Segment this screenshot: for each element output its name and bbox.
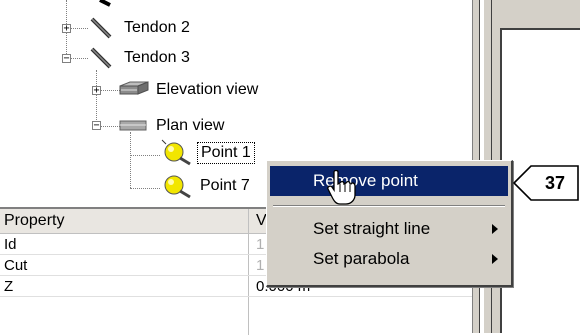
- property-name: Z: [4, 278, 14, 295]
- tree-item-tendon-3[interactable]: Tendon 3: [121, 47, 193, 69]
- submenu-arrow-icon: [492, 254, 498, 264]
- menu-item-set-parabola[interactable]: Set parabola: [270, 244, 508, 274]
- tree-item-point-7[interactable]: Point 7: [197, 175, 253, 197]
- point-icon: [161, 139, 191, 166]
- column-header-property[interactable]: Property: [4, 212, 64, 230]
- expand-elevation-view-button[interactable]: +: [92, 86, 101, 96]
- tree-guide-line: [130, 188, 160, 189]
- tree-item-plan-view[interactable]: Plan view: [153, 115, 227, 137]
- menu-item-label: Set parabola: [313, 249, 410, 268]
- expand-tendon-2-button[interactable]: +: [62, 24, 71, 34]
- tree-item-point-1[interactable]: Point 1: [197, 142, 255, 164]
- tendon-icon: [99, 0, 111, 7]
- context-menu: Remove point Set straight line Set parab…: [266, 160, 513, 287]
- property-value: 1: [256, 257, 265, 274]
- tree-item-label: Plan view: [156, 117, 225, 134]
- tree-guide-line: [96, 70, 97, 126]
- menu-item-label: Set straight line: [313, 219, 431, 238]
- tree-item-label: Tendon 2: [124, 19, 190, 36]
- property-name: Cut: [4, 257, 28, 274]
- collapse-plan-view-button[interactable]: −: [92, 121, 101, 131]
- menu-item-remove-point[interactable]: Remove point: [270, 166, 508, 196]
- tree-item-label: Point 7: [200, 177, 250, 194]
- tendon-icon: [90, 17, 112, 39]
- hand-cursor-icon: [327, 170, 356, 205]
- menu-separator: [273, 205, 505, 207]
- tree-guide-line: [130, 155, 160, 156]
- callout-number: 37: [544, 173, 566, 193]
- menu-item-set-straight-line[interactable]: Set straight line: [270, 214, 508, 244]
- tendon-icon: [90, 47, 112, 69]
- tree-item-tendon-2[interactable]: Tendon 2: [121, 17, 193, 39]
- tree-item-label: Tendon 3: [124, 49, 190, 66]
- property-value: 1: [256, 236, 265, 253]
- plan-view-icon: [119, 120, 147, 131]
- tree-guide-line: [130, 132, 131, 188]
- tree-item-label: Elevation view: [156, 81, 259, 98]
- tree-item-label: Point 1: [197, 142, 255, 164]
- submenu-arrow-icon: [492, 224, 498, 234]
- tree-item-elevation-view[interactable]: Elevation view: [153, 79, 261, 101]
- elevation-view-icon: [119, 81, 149, 95]
- point-icon: [164, 175, 191, 199]
- collapse-tendon-3-button[interactable]: −: [62, 54, 71, 64]
- property-name: Id: [4, 236, 17, 253]
